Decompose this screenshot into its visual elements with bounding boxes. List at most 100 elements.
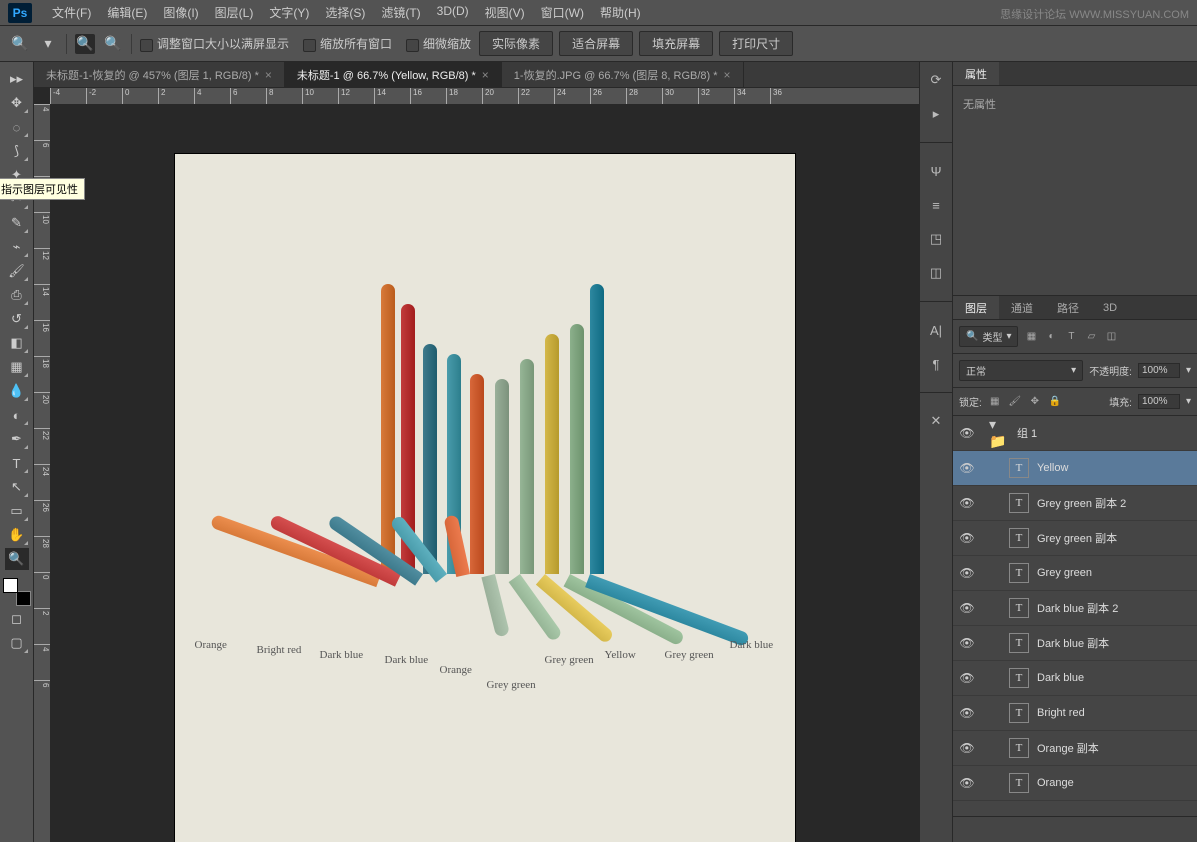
zoom-out-icon[interactable]: 🔍 (103, 34, 123, 54)
menu-文件(F)[interactable]: 文件(F) (44, 0, 99, 25)
layer-row[interactable]: 👁TGrey green 副本 (953, 521, 1197, 556)
layer-row[interactable]: 👁TGrey green 副本 2 (953, 486, 1197, 521)
layer-row[interactable]: 👁TDark blue 副本 2 (953, 591, 1197, 626)
char-panel-icon[interactable]: A| (926, 320, 946, 340)
menu-选择(S)[interactable]: 选择(S) (317, 0, 373, 25)
canvas-background[interactable]: OrangeBright redDark blueDark blueOrange… (50, 104, 919, 842)
blend-mode-dropdown[interactable]: 正常 ▾ (959, 360, 1083, 381)
dodge-tool[interactable]: ◐ (5, 404, 29, 426)
tab-properties[interactable]: 属性 (953, 62, 999, 85)
eyedropper-tool[interactable]: ✎ (5, 212, 29, 234)
filter-adjust-icon[interactable]: ◐ (1044, 330, 1058, 344)
filter-type-icon[interactable]: T (1064, 330, 1078, 344)
checkbox[interactable] (406, 39, 419, 52)
document-tab[interactable]: 未标题-1-恢复的 @ 457% (图层 1, RGB/8) *× (34, 62, 285, 87)
lock-all-icon[interactable]: 🔒 (1048, 395, 1062, 409)
visibility-icon[interactable]: 👁 (953, 741, 981, 755)
checkbox[interactable] (140, 39, 153, 52)
menu-窗口(W)[interactable]: 窗口(W) (533, 0, 592, 25)
opt-button[interactable]: 实际像素 (479, 31, 553, 56)
layer-row[interactable]: 👁TDark blue 副本 (953, 626, 1197, 661)
visibility-icon[interactable]: 👁 (953, 426, 981, 440)
dropdown-icon[interactable]: ▾ (38, 34, 58, 54)
menu-视图(V)[interactable]: 视图(V) (477, 0, 533, 25)
tab-3D[interactable]: 3D (1091, 296, 1129, 319)
visibility-icon[interactable]: 👁 (953, 671, 981, 685)
blur-tool[interactable]: 💧 (5, 380, 29, 402)
swatches-panel-icon[interactable]: ◫ (926, 263, 946, 283)
color-swatches[interactable] (3, 578, 31, 606)
character-panel-icon[interactable]: Ψ (926, 161, 946, 181)
layer-row[interactable]: 👁TOrange (953, 766, 1197, 801)
filter-pixel-icon[interactable]: ▦ (1024, 330, 1038, 344)
lasso-tool[interactable]: ⟆ (5, 140, 29, 162)
document-tab[interactable]: 未标题-1 @ 66.7% (Yellow, RGB/8) *× (285, 62, 502, 87)
layer-row[interactable]: 👁▾ 📁组 1 (953, 416, 1197, 451)
quickmask-tool[interactable]: ◻ (5, 608, 29, 630)
tab-通道[interactable]: 通道 (999, 296, 1045, 319)
type-tool[interactable]: T (5, 452, 29, 474)
eraser-tool[interactable]: ◧ (5, 332, 29, 354)
para-panel-icon[interactable]: ¶ (926, 354, 946, 374)
visibility-icon[interactable]: 👁 (953, 461, 981, 475)
brush-tool[interactable]: 🖌 (5, 260, 29, 282)
move-tool[interactable]: ✥ (5, 92, 29, 114)
menu-帮助(H)[interactable]: 帮助(H) (592, 0, 649, 25)
heal-tool[interactable]: ⌁ (5, 236, 29, 258)
gradient-tool[interactable]: ▦ (5, 356, 29, 378)
visibility-icon[interactable]: 👁 (953, 566, 981, 580)
fill-input[interactable]: 100% (1138, 394, 1180, 409)
lock-position-icon[interactable]: ✥ (1028, 395, 1042, 409)
opt-button[interactable]: 打印尺寸 (719, 31, 793, 56)
screenmode-tool[interactable]: ▢ (5, 632, 29, 654)
visibility-icon[interactable]: 👁 (953, 531, 981, 545)
layer-row[interactable]: 👁TOrange 副本 (953, 731, 1197, 766)
adjustments-panel-icon[interactable]: ✕ (926, 411, 946, 431)
hand-tool[interactable]: ✋ (5, 524, 29, 546)
path-tool[interactable]: ↖ (5, 476, 29, 498)
filter-shape-icon[interactable]: ▱ (1084, 330, 1098, 344)
artboard[interactable]: OrangeBright redDark blueDark blueOrange… (175, 154, 795, 842)
background-color[interactable] (16, 591, 31, 606)
history-panel-icon[interactable]: ⟳ (926, 70, 946, 90)
tab-图层[interactable]: 图层 (953, 296, 999, 319)
zoom-tool[interactable]: 🔍 (5, 548, 29, 570)
zoom-in-icon[interactable]: 🔍 (75, 34, 95, 54)
shape-tool[interactable]: ▭ (5, 500, 29, 522)
opt-button[interactable]: 适合屏幕 (559, 31, 633, 56)
menu-滤镜(T)[interactable]: 滤镜(T) (373, 0, 428, 25)
layer-row[interactable]: 👁TDark blue (953, 661, 1197, 696)
lock-pixels-icon[interactable]: 🖌 (1008, 395, 1022, 409)
menu-图层(L)[interactable]: 图层(L) (207, 0, 262, 25)
actions-panel-icon[interactable]: ▸ (926, 104, 946, 124)
close-icon[interactable]: × (482, 68, 489, 82)
marquee-tool[interactable]: ◌ (5, 116, 29, 138)
close-icon[interactable]: × (724, 68, 731, 82)
menu-图像(I)[interactable]: 图像(I) (155, 0, 206, 25)
document-tab[interactable]: 1-恢复的.JPG @ 66.7% (图层 8, RGB/8) *× (502, 62, 744, 87)
tool-collapse-icon[interactable]: ▸▸ (5, 68, 29, 90)
styles-panel-icon[interactable]: ◳ (926, 229, 946, 249)
menu-3D(D)[interactable]: 3D(D) (429, 0, 477, 25)
opacity-input[interactable]: 100% (1138, 363, 1180, 378)
layer-row[interactable]: 👁TYellow (953, 451, 1197, 486)
stamp-tool[interactable]: ⎙ (5, 284, 29, 306)
layer-row[interactable]: 👁TGrey green (953, 556, 1197, 591)
menu-文字(Y)[interactable]: 文字(Y) (261, 0, 317, 25)
visibility-icon[interactable]: 👁 (953, 706, 981, 720)
layer-kind-dropdown[interactable]: 🔍 类型 ▾ (959, 326, 1018, 347)
visibility-icon[interactable]: 👁 (953, 636, 981, 650)
lock-transparent-icon[interactable]: ▦ (988, 395, 1002, 409)
history-brush-tool[interactable]: ↺ (5, 308, 29, 330)
visibility-icon[interactable]: 👁 (953, 776, 981, 790)
filter-smart-icon[interactable]: ◫ (1104, 330, 1118, 344)
menu-编辑(E)[interactable]: 编辑(E) (99, 0, 155, 25)
close-icon[interactable]: × (265, 68, 272, 82)
visibility-icon[interactable]: 👁 (953, 496, 981, 510)
opt-button[interactable]: 填充屏幕 (639, 31, 713, 56)
pen-tool[interactable]: ✒ (5, 428, 29, 450)
foreground-color[interactable] (3, 578, 18, 593)
visibility-icon[interactable]: 👁 (953, 601, 981, 615)
layer-row[interactable]: 👁TBright red (953, 696, 1197, 731)
checkbox[interactable] (303, 39, 316, 52)
